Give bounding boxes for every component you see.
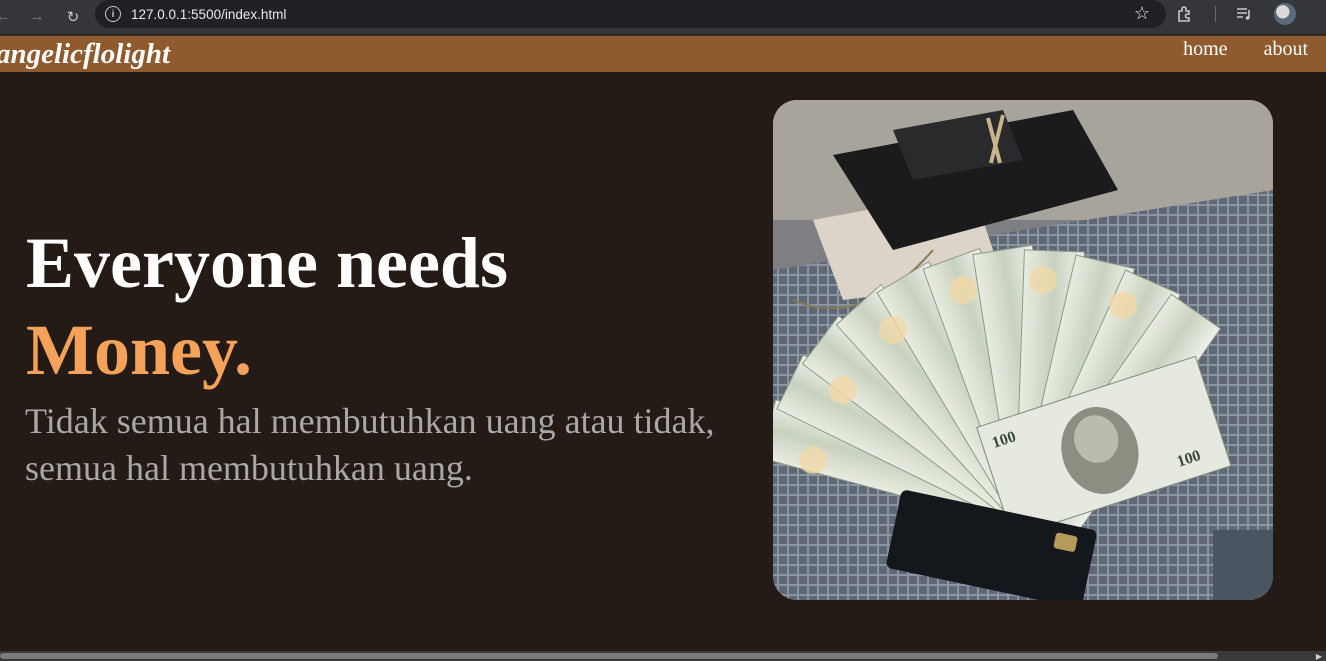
bookmark-star-icon[interactable]: ☆	[1134, 3, 1150, 24]
hero-accent-text: Money.	[26, 310, 252, 390]
back-arrow-icon[interactable]: ←	[0, 6, 14, 28]
hero-money-image: 100 100	[773, 100, 1273, 600]
toolbar-divider	[1215, 6, 1216, 22]
media-controls-icon[interactable]	[1234, 4, 1254, 24]
scroll-right-arrow-icon[interactable]: ▶	[1316, 652, 1322, 661]
forward-arrow-icon[interactable]: →	[26, 6, 48, 28]
url-text[interactable]: 127.0.0.1:5500/index.html	[131, 7, 286, 22]
site-nav: home about	[1147, 38, 1308, 61]
profile-avatar-icon[interactable]	[1274, 3, 1296, 25]
reload-icon[interactable]: ↻	[62, 6, 84, 28]
browser-toolbar: ← → ↻ i 127.0.0.1:5500/index.html ☆	[0, 0, 1326, 33]
nav-link-about[interactable]: about	[1264, 38, 1308, 61]
hero-title: Everyone needs	[26, 223, 508, 303]
site-header: angelicflolight home about	[0, 36, 1326, 72]
scrollbar-thumb[interactable]	[0, 653, 1218, 659]
site-info-icon[interactable]: i	[105, 6, 121, 22]
nav-link-home[interactable]: home	[1183, 38, 1227, 61]
extensions-icon[interactable]	[1175, 4, 1195, 24]
address-bar[interactable]: i 127.0.0.1:5500/index.html ☆	[95, 0, 1166, 28]
horizontal-scrollbar[interactable]: ▶	[0, 651, 1326, 661]
site-logo[interactable]: angelicflolight	[0, 38, 170, 71]
hero-subtitle: Tidak semua hal membutuhkan uang atau ti…	[25, 401, 715, 488]
